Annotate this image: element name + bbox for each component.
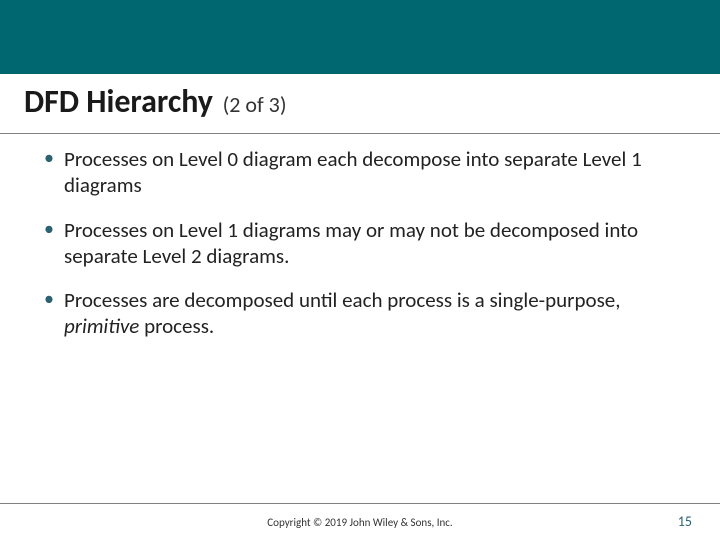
content-area: Processes on Level 0 diagram each decomp…	[0, 134, 720, 340]
bullet-italic: primitive	[64, 313, 139, 339]
header-bar	[0, 0, 720, 74]
footer: Copyright © 2019 John Wiley & Sons, Inc.…	[0, 504, 720, 540]
slide-title: DFD Hierarchy	[24, 82, 213, 121]
title-row: DFD Hierarchy (2 of 3)	[0, 74, 720, 133]
bullet-text: Processes on Level 0 diagram each decomp…	[64, 146, 642, 198]
bullet-text: Processes are decomposed until each proc…	[64, 287, 621, 313]
slide-title-counter: (2 of 3)	[223, 91, 287, 118]
bullet-list: Processes on Level 0 diagram each decomp…	[40, 146, 680, 340]
bullet-text: Processes on Level 1 diagrams may or may…	[64, 217, 638, 269]
list-item: Processes on Level 1 diagrams may or may…	[40, 217, 680, 270]
list-item: Processes are decomposed until each proc…	[40, 287, 680, 340]
bullet-text-after: process.	[139, 313, 214, 339]
page-number: 15	[678, 513, 692, 530]
copyright-text: Copyright © 2019 John Wiley & Sons, Inc.	[0, 516, 720, 529]
list-item: Processes on Level 0 diagram each decomp…	[40, 146, 680, 199]
